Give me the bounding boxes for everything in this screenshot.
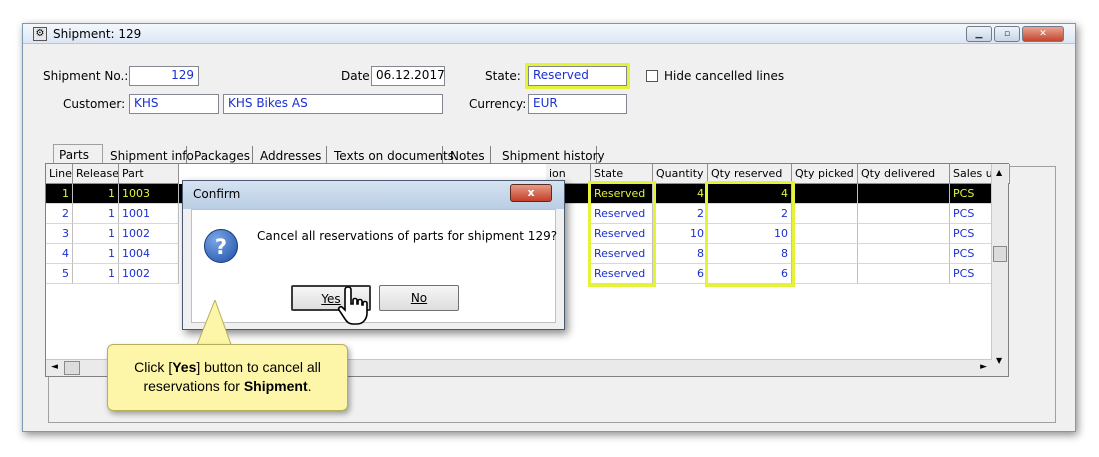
cell-state[interactable]: Reserved [591,264,653,284]
cell-sales-unit[interactable]: PCS [950,184,992,204]
cell-line[interactable]: 1 [46,184,73,204]
cell-qty-delivered[interactable] [858,204,950,224]
cell-qty-delivered[interactable] [858,224,950,244]
close-button[interactable]: ✕ [1022,26,1064,42]
cell-part[interactable]: 1002 [119,224,179,244]
hand-cursor-icon [337,286,368,325]
shipment-no-field[interactable]: 129 [129,66,199,86]
cell-state[interactable]: Reserved [591,184,653,204]
cell-sales-unit[interactable]: PCS [950,204,992,224]
customer-code-field[interactable]: KHS [129,94,219,114]
window-title: Shipment: 129 [53,27,142,41]
app-icon: ⚙ [33,27,47,41]
scroll-left-icon[interactable]: ◄ [51,362,58,372]
cell-sales-unit[interactable]: PCS [950,224,992,244]
cell-release[interactable]: 1 [73,204,119,224]
cell-qty-delivered[interactable] [858,244,950,264]
grid-vertical-scrollbar[interactable]: ▲ ▼ [991,164,1008,376]
currency-field[interactable]: EUR [528,94,627,114]
cell-part[interactable]: 1004 [119,244,179,264]
cell-line[interactable]: 2 [46,204,73,224]
cell-line[interactable]: 3 [46,224,73,244]
cell-qty-reserved[interactable]: 4 [708,184,792,204]
cell-state[interactable]: Reserved [591,204,653,224]
col-header-quantity[interactable]: Quantity [653,164,708,184]
col-header-qty-delivered[interactable]: Qty delivered [858,164,950,184]
cell-state[interactable]: Reserved [591,244,653,264]
cell-line[interactable]: 5 [46,264,73,284]
cell-state[interactable]: Reserved [591,224,653,244]
col-header-part[interactable]: Part [119,164,179,184]
cell-quantity[interactable]: 10 [653,224,708,244]
state-field[interactable]: Reserved [525,63,630,89]
date-label: Date: [341,69,374,83]
instruction-callout: Click [Yes] button to cancel all reserva… [107,344,348,411]
col-header-line[interactable]: Line [46,164,73,184]
cell-qty-reserved[interactable]: 8 [708,244,792,264]
cell-qty-picked[interactable] [792,244,858,264]
cell-qty-reserved[interactable]: 2 [708,204,792,224]
cell-part[interactable]: 1002 [119,264,179,284]
cell-sales-unit[interactable]: PCS [950,244,992,264]
dialog-close-button[interactable]: x [510,184,552,202]
callout-bold-shipment: Shipment [243,378,308,394]
callout-bold-yes: Yes [172,359,197,375]
state-label: State: [485,69,521,83]
cell-qty-delivered[interactable] [858,184,950,204]
cell-quantity[interactable]: 8 [653,244,708,264]
title-bar: ⚙ Shipment: 129 ▁ ▫ ✕ [23,24,1075,44]
col-header-state[interactable]: State [591,164,653,184]
customer-name-field[interactable]: KHS Bikes AS [223,94,443,114]
cell-part[interactable]: 1003 [119,184,179,204]
cell-quantity[interactable]: 2 [653,204,708,224]
cell-qty-picked[interactable] [792,224,858,244]
scroll-right-icon[interactable]: ► [980,362,987,372]
cell-qty-picked[interactable] [792,184,858,204]
cell-part[interactable]: 1001 [119,204,179,224]
scroll-thumb[interactable] [993,246,1007,262]
hide-cancelled-label: Hide cancelled lines [664,69,785,83]
dialog-title-bar: Confirm x [183,181,564,209]
callout-text-1: Click [ [134,359,173,375]
cell-release[interactable]: 1 [73,244,119,264]
no-button-label: No [410,291,428,305]
no-button[interactable]: No [379,285,459,311]
minimize-button[interactable]: ▁ [966,26,992,42]
hide-cancelled-checkbox[interactable] [646,70,658,82]
cell-release[interactable]: 1 [73,184,119,204]
currency-label: Currency: [469,97,527,111]
dialog-message: Cancel all reservations of parts for shi… [257,229,558,243]
cell-release[interactable]: 1 [73,264,119,284]
cell-qty-picked[interactable] [792,264,858,284]
cell-sales-unit[interactable]: PCS [950,264,992,284]
cell-line[interactable]: 4 [46,244,73,264]
shipment-no-label: Shipment No.: [43,69,129,83]
close-icon: x [527,186,535,199]
customer-label: Customer: [63,97,126,111]
cell-quantity[interactable]: 6 [653,264,708,284]
scroll-up-icon[interactable]: ▲ [996,168,1002,177]
cell-qty-picked[interactable] [792,204,858,224]
cell-quantity[interactable]: 4 [653,184,708,204]
question-icon: ? [204,229,238,263]
cell-qty-delivered[interactable] [858,264,950,284]
maximize-button[interactable]: ▫ [994,26,1020,42]
col-header-qty-reserved[interactable]: Qty reserved [708,164,792,184]
callout-text-3: . [307,378,312,394]
scroll-down-icon[interactable]: ▼ [996,356,1002,365]
cell-release[interactable]: 1 [73,224,119,244]
dialog-title: Confirm [193,187,241,201]
date-field[interactable]: 06.12.2017 [371,66,445,86]
col-header-release[interactable]: Release [73,164,119,184]
cell-qty-reserved[interactable]: 6 [708,264,792,284]
cell-qty-reserved[interactable]: 10 [708,224,792,244]
callout-pointer [194,300,234,350]
hscroll-thumb[interactable] [64,361,80,375]
col-header-qty-picked[interactable]: Qty picked [792,164,858,184]
